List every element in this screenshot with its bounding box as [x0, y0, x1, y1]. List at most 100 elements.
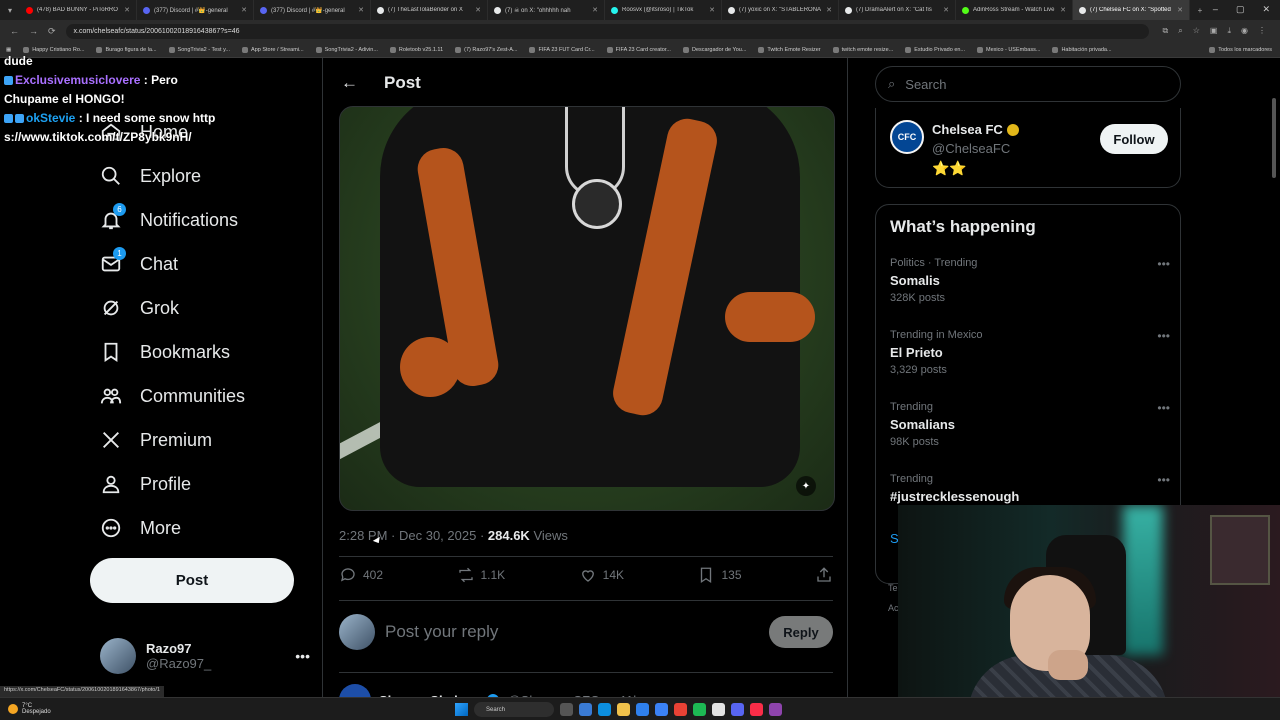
close-tab-icon[interactable]: ✕: [241, 6, 247, 14]
bookmark-item[interactable]: SongTrivia2 - Adivin...: [310, 46, 384, 53]
trend-item[interactable]: Politics · Trending Somalis 328K posts •••: [890, 257, 1170, 304]
close-tab-icon[interactable]: ✕: [592, 6, 598, 14]
zoom-icon[interactable]: ⌕: [1178, 26, 1182, 36]
browser-tab[interactable]: (7) yoxic on X: "STABLERONA ✕: [722, 0, 839, 20]
trend-item[interactable]: Trending in Mexico El Prieto 3,329 posts ••…: [890, 329, 1170, 376]
scrollbar[interactable]: [1272, 98, 1276, 178]
chrome-icon[interactable]: [674, 703, 687, 716]
bookmark-action[interactable]: 135: [697, 566, 742, 584]
obs-icon[interactable]: [712, 703, 725, 716]
extensions-icon[interactable]: ▣: [1210, 26, 1218, 36]
browser-tab[interactable]: Roosvx (@itsroso) | TikTok ✕: [605, 0, 722, 20]
close-tab-icon[interactable]: ✕: [943, 6, 949, 14]
close-tab-icon[interactable]: ✕: [1060, 6, 1066, 14]
browser-tab[interactable]: (7) Chelsea FC on X: "Spotted ✕: [1073, 0, 1190, 20]
more-dots-icon[interactable]: •••: [1157, 329, 1170, 343]
bookmark-item[interactable]: Habitación privada...: [1046, 46, 1117, 53]
post-image[interactable]: ✦: [339, 106, 835, 511]
close-tab-icon[interactable]: ✕: [358, 6, 364, 14]
like-action[interactable]: 14K: [579, 566, 624, 584]
browser-tab[interactable]: (377) Discord | #👑-general ✕: [254, 0, 371, 20]
forward-icon[interactable]: →: [29, 26, 38, 37]
repost-action[interactable]: 1.1K: [457, 566, 505, 584]
maximize-icon[interactable]: ▢: [1236, 4, 1245, 15]
taskbar-search[interactable]: Search: [474, 702, 554, 717]
music-icon[interactable]: [750, 703, 763, 716]
download-icon[interactable]: ⤓: [1227, 26, 1231, 36]
bookmark-item[interactable]: Estudio Privado en...: [899, 46, 971, 53]
follow-button[interactable]: Follow: [1100, 124, 1168, 154]
sidebar-item-communities[interactable]: Communities: [100, 385, 245, 407]
sidebar-item-profile[interactable]: Profile: [100, 473, 191, 495]
account-switcher[interactable]: Razo97 @Razo97_ •••: [100, 638, 310, 674]
browser-tab[interactable]: AdinRoss Stream - Watch Live ✕: [956, 0, 1073, 20]
reply-input[interactable]: Post your reply: [385, 622, 759, 642]
post-date[interactable]: Dec 30, 2025: [399, 528, 476, 543]
search-input[interactable]: ⌕ Search: [875, 66, 1181, 102]
all-bookmarks[interactable]: Todos los marcadores: [1203, 46, 1280, 53]
bookmark-item[interactable]: App Store / Streami...: [236, 46, 310, 53]
weather-widget[interactable]: 7°C Despejado: [0, 703, 51, 715]
bookmark-item[interactable]: FIFA 23 Card creator...: [601, 46, 677, 53]
trend-item[interactable]: Trending Somalians 98K posts •••: [890, 401, 1170, 448]
back-icon[interactable]: ←: [10, 26, 19, 37]
minimize-icon[interactable]: –: [1213, 4, 1218, 15]
store-icon[interactable]: [636, 703, 649, 716]
sidebar-item-premium[interactable]: Premium: [100, 429, 212, 451]
edge-icon[interactable]: [598, 703, 611, 716]
mail-app-icon[interactable]: [655, 703, 668, 716]
more-dots-icon[interactable]: •••: [1157, 473, 1170, 487]
more-dots-icon[interactable]: •••: [1157, 257, 1170, 271]
spotify-icon[interactable]: [693, 703, 706, 716]
widgets-icon[interactable]: [579, 703, 592, 716]
sidebar-item-bookmarks[interactable]: Bookmarks: [100, 341, 230, 363]
bookmark-item[interactable]: Descargador de You...: [677, 46, 752, 53]
trend-item[interactable]: Trending #justrecklessenough •••: [890, 473, 1170, 504]
more-dots-icon[interactable]: •••: [295, 648, 310, 664]
browser-tab[interactable]: (7) DramaAlert on X: "Cat fis ✕: [839, 0, 956, 20]
reply-button[interactable]: Reply: [769, 616, 833, 648]
bookmark-item[interactable]: twitch emote resize...: [827, 46, 900, 53]
close-window-icon[interactable]: ✕: [1262, 4, 1270, 15]
more-dots-icon[interactable]: •••: [1157, 401, 1170, 415]
browser-tab[interactable]: (7) ☠ on X: "ohhhhh nah ✕: [488, 0, 605, 20]
star-icon[interactable]: ☆: [1193, 26, 1200, 36]
close-tab-icon[interactable]: ✕: [475, 6, 481, 14]
bookmark-item[interactable]: Mexico - USEmbass...: [971, 46, 1046, 53]
tab-search-icon[interactable]: ▾: [0, 6, 20, 15]
profile-icon[interactable]: ◉: [1241, 26, 1248, 36]
discord-icon[interactable]: [731, 703, 744, 716]
bookmark-item[interactable]: Roletoob v25.1.11: [384, 46, 449, 53]
share-action[interactable]: [815, 566, 833, 584]
sidebar-item-notifications[interactable]: 6 Notifications: [100, 203, 238, 231]
sidebar-item-chat[interactable]: 1 Chat: [100, 247, 178, 275]
footer-link[interactable]: Ac: [888, 598, 899, 618]
bookmark-item[interactable]: (7) Razo97's Zest-A...: [449, 46, 523, 53]
browser-tab[interactable]: (7) TheLastTolaBender on X ✕: [371, 0, 488, 20]
sidebar-item-explore[interactable]: Explore: [100, 165, 201, 187]
close-tab-icon[interactable]: ✕: [709, 6, 715, 14]
grok-image-icon[interactable]: ✦: [796, 476, 816, 496]
browser-tab[interactable]: (478) BAD BUNNY - PiToRRO ✕: [20, 0, 137, 20]
post-button[interactable]: Post: [90, 558, 294, 603]
close-tab-icon[interactable]: ✕: [1177, 6, 1183, 14]
sidebar-item-grok[interactable]: Grok: [100, 297, 179, 319]
file-explorer-icon[interactable]: [617, 703, 630, 716]
menu-icon[interactable]: ⋮: [1258, 26, 1266, 36]
url-field[interactable]: x.com/chelseafc/status/20061002018916438…: [65, 23, 1149, 39]
close-tab-icon[interactable]: ✕: [826, 6, 832, 14]
back-arrow-icon[interactable]: ←: [341, 73, 358, 93]
bookmark-item[interactable]: Twitch Emote Resizer: [752, 46, 826, 53]
sidebar-item-more[interactable]: More: [100, 517, 181, 539]
task-view-icon[interactable]: [560, 703, 573, 716]
browser-tab[interactable]: (377) Discord | #👑-general ✕: [137, 0, 254, 20]
footer-link[interactable]: Te: [888, 578, 899, 598]
app-icon[interactable]: [769, 703, 782, 716]
install-icon[interactable]: ⧉: [1163, 26, 1169, 36]
bookmark-item[interactable]: FIFA 23 FUT Card Cr...: [523, 46, 600, 53]
close-tab-icon[interactable]: ✕: [124, 6, 130, 14]
profile-card[interactable]: CFC Chelsea FC @ChelseaFC ⭐⭐ Follow: [875, 108, 1181, 188]
reload-icon[interactable]: ⟳: [48, 26, 56, 37]
reply-action[interactable]: 402: [339, 566, 383, 584]
windows-start-icon[interactable]: [455, 703, 468, 716]
